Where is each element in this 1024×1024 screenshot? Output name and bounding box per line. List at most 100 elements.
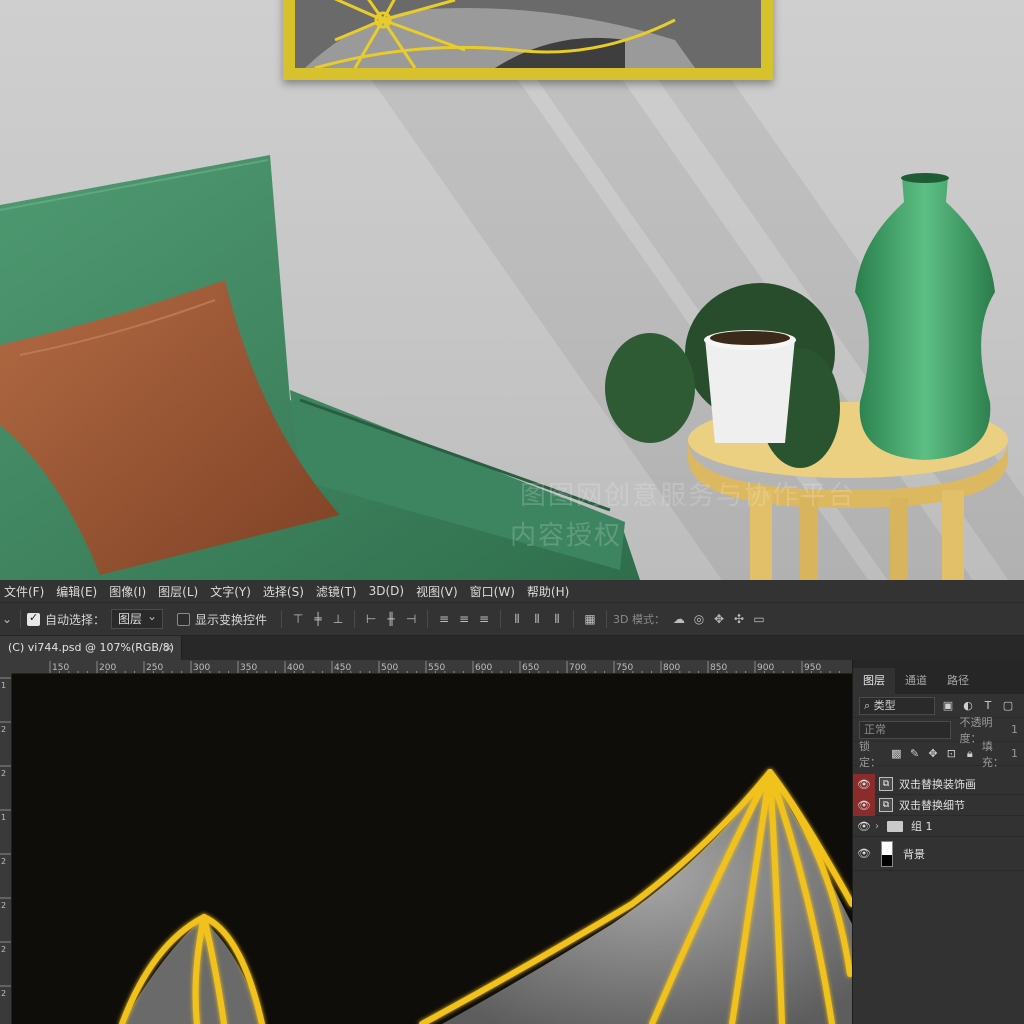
layer-row[interactable]: 👁︎ ⧉ 双击替换细节	[853, 794, 1024, 816]
menu-view[interactable]: 视图(V)	[412, 583, 466, 600]
show-transform-checkbox[interactable]	[177, 612, 191, 626]
tab-layers[interactable]: 图层	[853, 668, 895, 694]
align-hcenter-icon[interactable]: ╫	[381, 609, 401, 629]
vertical-ruler[interactable]: 122122222	[0, 660, 12, 1024]
ruler-label: 2	[1, 989, 6, 998]
tab-paths[interactable]: 路径	[937, 668, 979, 694]
tab-channels[interactable]: 通道	[895, 668, 937, 694]
horizontal-ruler[interactable]: 150 200 250 300 350 400 450 500 550 600 650 700 750 8…	[12, 660, 852, 674]
auto-select-target-dropdown[interactable]: 图层	[111, 607, 164, 629]
menu-type[interactable]: 文字(Y)	[206, 583, 259, 600]
auto-select-label: 自动选择：	[45, 612, 106, 627]
folder-icon	[887, 820, 903, 832]
filter-pixel-icon[interactable]: ▣	[941, 699, 955, 712]
watermark-text-1: 图图网创意服务与协作平台	[520, 481, 857, 511]
ruler-label: 250	[146, 663, 163, 673]
ruler-label: 800	[663, 663, 680, 673]
show-transform-label: 显示变换控件	[195, 612, 268, 627]
menu-filter[interactable]: 滤镜(T)	[312, 583, 365, 600]
ruler-label: 550	[428, 663, 445, 673]
filter-shape-icon[interactable]: ▢	[1001, 699, 1015, 712]
layer-filter-dropdown[interactable]: ⌕ 类型	[859, 696, 935, 715]
smart-object-icon: ⧉	[879, 777, 893, 791]
3d-roll-icon[interactable]: ◎	[689, 609, 709, 629]
layer-name: 双击替换细节	[899, 799, 965, 812]
opacity-value[interactable]: 1	[1011, 723, 1018, 736]
leather-pillow	[0, 280, 340, 575]
distribute-hcenter-icon[interactable]: ⦀	[527, 609, 547, 629]
fill-value[interactable]: 1	[1011, 747, 1018, 760]
visibility-eye-icon[interactable]: 👁︎	[853, 837, 875, 871]
ruler-label: 2	[1, 945, 6, 954]
lock-transparent-icon[interactable]: ▩	[890, 747, 902, 760]
visibility-eye-icon[interactable]: 👁︎	[853, 794, 875, 816]
menu-edit[interactable]: 编辑(E)	[52, 583, 105, 600]
layer-thumbnail	[881, 840, 893, 867]
layer-row[interactable]: 👁︎ ⧉ 双击替换装饰画	[853, 773, 1024, 795]
panel-tabs: 图层 通道 路径	[853, 660, 1024, 694]
smart-object-icon: ⧉	[879, 798, 893, 812]
layer-row[interactable]: 👁︎ › 组 1	[853, 816, 1024, 837]
framed-artwork	[295, 0, 761, 68]
auto-select-checkbox[interactable]	[27, 611, 40, 626]
ruler-corner[interactable]	[0, 660, 12, 674]
align-left-icon[interactable]: ⊢	[361, 609, 381, 629]
ruler-label: 900	[757, 663, 774, 673]
ruler-label: 200	[99, 663, 116, 673]
ruler-label: 150	[52, 663, 69, 673]
expand-chevron-icon[interactable]: ›	[875, 821, 885, 832]
lock-image-icon[interactable]: ✎	[908, 747, 920, 760]
distribute-left-icon[interactable]: ⦀	[507, 609, 527, 629]
ruler-label: 950	[804, 663, 821, 673]
align-vcenter-icon[interactable]: ╪	[308, 609, 328, 629]
auto-align-icon[interactable]: ▦	[580, 609, 600, 629]
ruler-label: 1	[1, 681, 6, 690]
ruler-label: 300	[193, 663, 210, 673]
menu-window[interactable]: 窗口(W)	[466, 583, 523, 600]
filter-type-icon[interactable]: T	[981, 699, 995, 712]
menu-help[interactable]: 帮助(H)	[523, 583, 577, 600]
document-tab-bar: (C) vi744.psd @ 107%(RGB/8) * ×	[0, 636, 1024, 678]
layer-name: 组 1	[911, 820, 933, 833]
3d-orbit-icon[interactable]: ☁	[669, 609, 689, 629]
filter-adjustment-icon[interactable]: ◐	[961, 699, 975, 712]
close-icon[interactable]: ×	[164, 636, 173, 660]
layer-row[interactable]: 👁︎ 背景	[853, 837, 1024, 871]
ruler-label: 2	[1, 857, 6, 866]
search-icon: ⌕	[864, 698, 871, 712]
distribute-vcenter-icon[interactable]: ≡	[454, 609, 474, 629]
ruler-label: 450	[334, 663, 351, 673]
distribute-right-icon[interactable]: ⦀	[547, 609, 567, 629]
menu-select[interactable]: 选择(S)	[259, 583, 312, 600]
menu-layer[interactable]: 图层(L)	[154, 583, 206, 600]
lock-position-icon[interactable]: ✥	[927, 747, 939, 760]
options-bar: ⌄ 自动选择： 图层 显示变换控件 ⊤ ╪ ⊥ ⊢ ╫ ⊣ ≡ ≡ ≡ ⦀ ⦀ …	[0, 602, 1024, 636]
document-canvas[interactable]	[12, 674, 852, 1024]
menu-file[interactable]: 文件(F)	[0, 583, 52, 600]
3d-scale-icon[interactable]: ▭	[749, 609, 769, 629]
lock-artboard-icon[interactable]: ⊡	[945, 747, 957, 760]
blend-mode-dropdown[interactable]: 正常	[859, 720, 952, 739]
align-top-icon[interactable]: ⊤	[288, 609, 308, 629]
ruler-label: 400	[287, 663, 304, 673]
watermark-text-2: 内容授权	[510, 521, 623, 551]
lock-all-icon[interactable]: 🔒︎	[964, 747, 976, 761]
distribute-top-icon[interactable]: ≡	[434, 609, 454, 629]
potted-plant	[605, 283, 840, 468]
layer-name: 背景	[903, 847, 925, 861]
menu-bar: 文件(F) 编辑(E) 图像(I) 图层(L) 文字(Y) 选择(S) 滤镜(T…	[0, 580, 1024, 602]
ruler-label: 750	[616, 663, 633, 673]
3d-slide-icon[interactable]: ✣	[729, 609, 749, 629]
document-tab[interactable]: (C) vi744.psd @ 107%(RGB/8) * ×	[0, 636, 182, 678]
visibility-eye-icon[interactable]: 👁︎	[853, 816, 875, 837]
menu-image[interactable]: 图像(I)	[105, 583, 154, 600]
visibility-eye-icon[interactable]: 👁︎	[853, 773, 875, 795]
menu-3d[interactable]: 3D(D)	[365, 584, 412, 598]
align-right-icon[interactable]: ⊣	[401, 609, 421, 629]
ruler-label: 650	[522, 663, 539, 673]
align-bottom-icon[interactable]: ⊥	[328, 609, 348, 629]
layer-name: 双击替换装饰画	[899, 778, 976, 791]
tool-preset-chevron-icon[interactable]: ⌄	[0, 609, 14, 629]
3d-pan-icon[interactable]: ✥	[709, 609, 729, 629]
distribute-bottom-icon[interactable]: ≡	[474, 609, 494, 629]
